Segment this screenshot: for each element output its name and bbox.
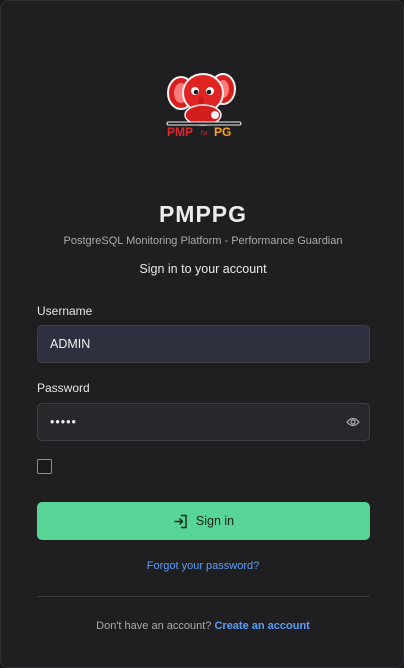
username-input[interactable] [37, 325, 370, 363]
app-subtitle: PostgreSQL Monitoring Platform - Perform… [63, 235, 343, 247]
divider [37, 596, 370, 597]
sign-in-button[interactable]: Sign in [37, 502, 370, 540]
forgot-password-link[interactable]: Forgot your password? [1, 560, 404, 572]
svg-text:PG: PG [214, 125, 231, 139]
login-card: PMP for PG PMPPG PostgreSQL Monitoring P… [0, 0, 404, 668]
password-input[interactable] [37, 403, 370, 441]
eye-icon[interactable] [346, 416, 360, 428]
password-label: Password [37, 381, 90, 395]
remember-me-checkbox[interactable] [37, 459, 52, 474]
elephant-logo-icon: PMP for PG [166, 73, 242, 139]
svg-text:PMP: PMP [167, 125, 193, 139]
svg-text:for: for [201, 131, 208, 137]
create-account-link[interactable]: Create an account [214, 620, 309, 632]
form-heading: Sign in to your account [139, 262, 267, 276]
login-arrow-icon [174, 514, 187, 528]
signup-prompt: Don't have an account? Create an account [1, 620, 404, 632]
signup-prompt-text: Don't have an account? [96, 620, 212, 632]
sign-in-label: Sign in [195, 514, 235, 528]
username-label: Username [37, 304, 93, 318]
app-title: PMPPG [158, 201, 248, 227]
